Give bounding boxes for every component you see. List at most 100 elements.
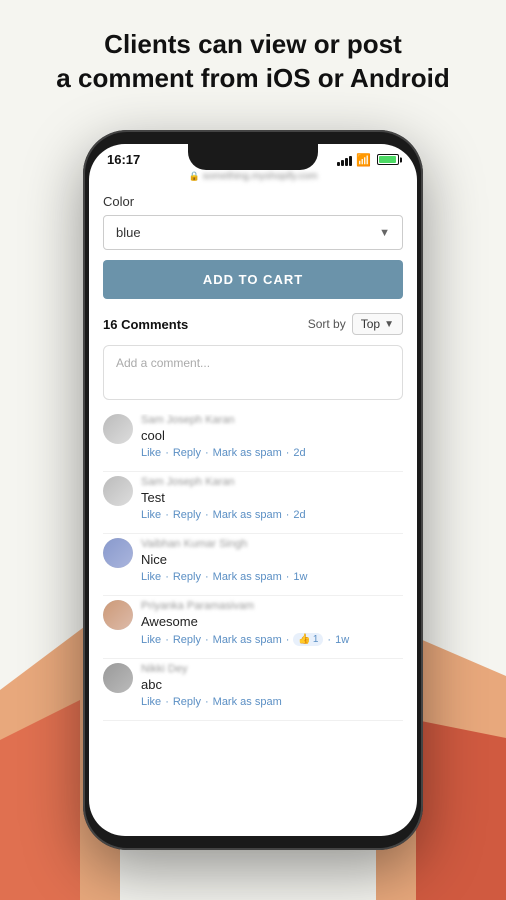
sort-by-container: Sort by Top ▼ bbox=[308, 313, 403, 335]
phone-screen: 16:17 📶 🔒 something.myshopify.com bbox=[89, 144, 417, 836]
comment-actions: Like · Reply · Mark as spam · 1w bbox=[141, 571, 403, 583]
color-select[interactable]: blue ▼ bbox=[103, 215, 403, 250]
lock-icon: 🔒 bbox=[188, 171, 199, 182]
like-action[interactable]: Like bbox=[141, 447, 161, 459]
comment-input[interactable]: Add a comment... bbox=[103, 345, 403, 400]
like-action[interactable]: Like bbox=[141, 696, 161, 708]
comments-header: 16 Comments Sort by Top ▼ bbox=[103, 313, 403, 335]
avatar bbox=[103, 600, 133, 630]
avatar bbox=[103, 538, 133, 568]
comment-time: 1w bbox=[335, 634, 349, 646]
url-bar: 🔒 something.myshopify.com bbox=[89, 169, 417, 184]
spam-action[interactable]: Mark as spam bbox=[213, 696, 282, 708]
dot-separator: · bbox=[205, 634, 209, 646]
color-value: blue bbox=[116, 225, 141, 240]
phone-frame: 16:17 📶 🔒 something.myshopify.com bbox=[83, 130, 423, 850]
dot-separator: · bbox=[165, 509, 169, 521]
comment-text: Test bbox=[141, 490, 403, 505]
dot-separator: · bbox=[286, 447, 290, 459]
avatar-image bbox=[103, 600, 133, 630]
sort-chevron-down-icon: ▼ bbox=[384, 319, 394, 330]
dot-separator: · bbox=[165, 447, 169, 459]
comment-username: Vaibhan Kumar Singh bbox=[141, 538, 403, 550]
spam-action[interactable]: Mark as spam bbox=[213, 447, 282, 459]
comment-item: Vaibhan Kumar Singh Nice Like · Reply · … bbox=[103, 538, 403, 596]
header-line1: Clients can view or post bbox=[104, 29, 402, 59]
comment-actions: Like · Reply · Mark as spam · 2d bbox=[141, 447, 403, 459]
signal-bar-2 bbox=[341, 160, 344, 166]
comment-time: 2d bbox=[293, 509, 305, 521]
status-time: 16:17 bbox=[107, 152, 140, 167]
status-icons: 📶 bbox=[337, 153, 399, 167]
wifi-icon: 📶 bbox=[356, 153, 371, 167]
comment-body: Sam Joseph Karan Test Like · Reply · Mar… bbox=[141, 476, 403, 521]
content-area[interactable]: Color blue ▼ ADD TO CART 16 Comments Sor… bbox=[89, 184, 417, 820]
like-badge: 👍 1 bbox=[293, 633, 323, 646]
dot-separator: · bbox=[286, 571, 290, 583]
comment-text: abc bbox=[141, 677, 403, 692]
dot-separator: · bbox=[165, 634, 169, 646]
phone-notch bbox=[188, 144, 318, 170]
reply-action[interactable]: Reply bbox=[173, 634, 201, 646]
comment-item: Sam Joseph Karan Test Like · Reply · Mar… bbox=[103, 476, 403, 534]
bg-shape-right2 bbox=[416, 720, 506, 900]
comment-text: Awesome bbox=[141, 614, 403, 629]
sort-dropdown[interactable]: Top ▼ bbox=[352, 313, 403, 335]
chevron-down-icon: ▼ bbox=[379, 227, 390, 239]
reply-action[interactable]: Reply bbox=[173, 509, 201, 521]
comment-item: Sam Joseph Karan cool Like · Reply · Mar… bbox=[103, 414, 403, 472]
avatar bbox=[103, 414, 133, 444]
avatar-image bbox=[103, 538, 133, 568]
signal-bars-icon bbox=[337, 154, 352, 166]
signal-bar-1 bbox=[337, 162, 340, 166]
url-text: something.myshopify.com bbox=[203, 171, 318, 182]
dot-separator: · bbox=[286, 634, 290, 646]
reply-action[interactable]: Reply bbox=[173, 447, 201, 459]
avatar bbox=[103, 663, 133, 693]
comment-body: Sam Joseph Karan cool Like · Reply · Mar… bbox=[141, 414, 403, 459]
like-action[interactable]: Like bbox=[141, 509, 161, 521]
comment-username: Sam Joseph Karan bbox=[141, 414, 403, 426]
comment-text: cool bbox=[141, 428, 403, 443]
reply-action[interactable]: Reply bbox=[173, 571, 201, 583]
avatar bbox=[103, 476, 133, 506]
spam-action[interactable]: Mark as spam bbox=[213, 509, 282, 521]
comment-body: Priyanka Paramasivam Awesome Like · Repl… bbox=[141, 600, 403, 646]
sort-by-label: Sort by bbox=[308, 317, 346, 331]
like-action[interactable]: Like bbox=[141, 571, 161, 583]
comment-actions: Like · Reply · Mark as spam bbox=[141, 696, 403, 708]
color-label: Color bbox=[103, 194, 403, 209]
comment-time: 1w bbox=[293, 571, 307, 583]
like-action[interactable]: Like bbox=[141, 634, 161, 646]
spam-action[interactable]: Mark as spam bbox=[213, 634, 282, 646]
comment-body: Nikki Dey abc Like · Reply · Mark as spa… bbox=[141, 663, 403, 708]
dot-separator: · bbox=[205, 509, 209, 521]
avatar-image bbox=[103, 414, 133, 444]
signal-bar-4 bbox=[349, 156, 352, 166]
spam-action[interactable]: Mark as spam bbox=[213, 571, 282, 583]
comments-count: 16 Comments bbox=[103, 317, 188, 332]
avatar-image bbox=[103, 476, 133, 506]
comment-text: Nice bbox=[141, 552, 403, 567]
dot-separator: · bbox=[165, 696, 169, 708]
comment-actions: Like · Reply · Mark as spam · 2d bbox=[141, 509, 403, 521]
dot-separator: · bbox=[165, 571, 169, 583]
dot-separator: · bbox=[205, 447, 209, 459]
thumbs-up-icon: 👍 bbox=[298, 634, 310, 645]
battery-fill bbox=[379, 156, 396, 163]
dot-separator: · bbox=[286, 509, 290, 521]
comment-actions: Like · Reply · Mark as spam · 👍 1 · 1w bbox=[141, 633, 403, 646]
comment-item: Nikki Dey abc Like · Reply · Mark as spa… bbox=[103, 663, 403, 721]
comments-list: Sam Joseph Karan cool Like · Reply · Mar… bbox=[103, 414, 403, 725]
dot-separator: · bbox=[205, 696, 209, 708]
add-to-cart-button[interactable]: ADD TO CART bbox=[103, 260, 403, 299]
comment-username: Nikki Dey bbox=[141, 663, 403, 675]
comment-username: Priyanka Paramasivam bbox=[141, 600, 403, 612]
comment-time: 2d bbox=[293, 447, 305, 459]
comment-body: Vaibhan Kumar Singh Nice Like · Reply · … bbox=[141, 538, 403, 583]
signal-bar-3 bbox=[345, 158, 348, 166]
battery-icon bbox=[377, 154, 399, 165]
comment-item: Priyanka Paramasivam Awesome Like · Repl… bbox=[103, 600, 403, 659]
dot-separator: · bbox=[205, 571, 209, 583]
reply-action[interactable]: Reply bbox=[173, 696, 201, 708]
